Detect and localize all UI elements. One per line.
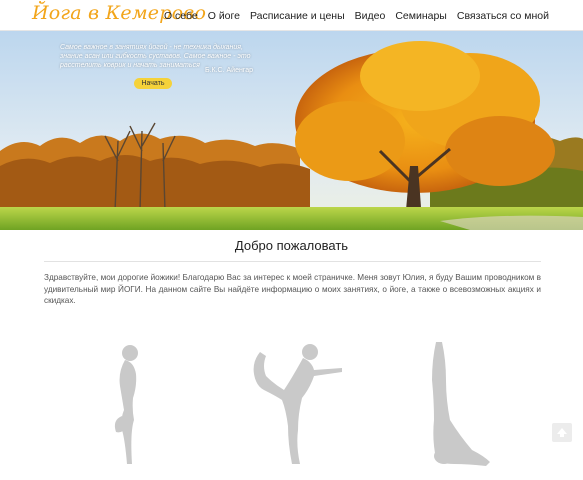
nav-video[interactable]: Видео [355,10,386,22]
yoga-pose-tree-image [114,345,138,464]
intro-text: Здравствуйте, мои дорогие йожики! Благод… [44,273,541,305]
nav-contact[interactable]: Связаться со мной [457,10,549,22]
yoga-pose-dancer-image [253,344,342,464]
scroll-to-top-button[interactable] [552,423,572,442]
start-button[interactable]: Начать [134,78,172,89]
title-divider [44,261,541,262]
hero-banner: Самое важное в занятиях йогой - не техни… [0,31,583,230]
arrow-up-icon [557,428,567,437]
nav-about-yoga[interactable]: О йоге [208,10,240,22]
quote-author: Б.К.С. Айенгар [205,67,254,74]
page-title: Добро пожаловать [234,238,349,253]
main-nav: О себе О йоге Расписание и цены Видео Се… [164,10,549,22]
nav-about-me[interactable]: О себе [164,10,198,22]
nav-schedule[interactable]: Расписание и цены [250,10,345,22]
nav-seminars[interactable]: Семинары [395,10,447,22]
yoga-pose-shoulderstand-image [432,342,490,466]
site-header: Йога в Кемерово О себе О йоге Расписание… [0,0,583,31]
hero-quote: Самое важное в занятиях йогой - не техни… [60,44,251,69]
